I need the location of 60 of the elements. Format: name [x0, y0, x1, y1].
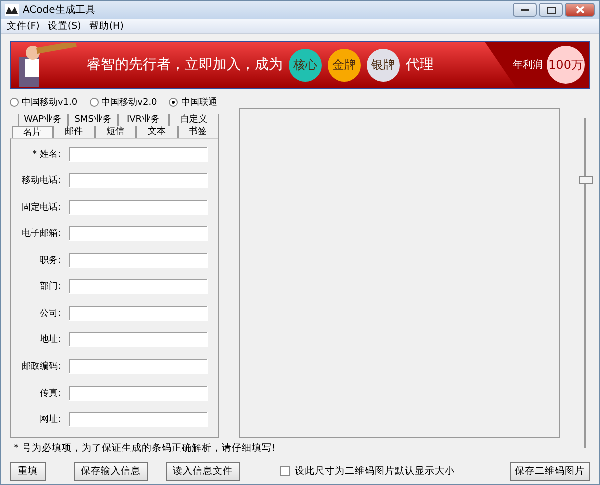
input-field[interactable]: [69, 306, 208, 321]
radio-label: 中国移动v2.0: [102, 96, 158, 108]
tab[interactable]: IVR业务: [118, 114, 169, 126]
required-note: * 号为必填项，为了保证生成的条码正确解析，请仔细填写!: [13, 442, 277, 456]
level-badge: 金牌: [328, 48, 361, 82]
radio-option[interactable]: 中国移动v2.0: [90, 96, 158, 108]
banner-text: 代理: [406, 56, 434, 74]
field-label: 地址:: [38, 334, 61, 346]
radio-button[interactable]: [10, 98, 19, 106]
field-label: 职务:: [38, 254, 61, 267]
radio-option[interactable]: 中国联通: [169, 96, 218, 108]
input-field[interactable]: [69, 359, 208, 374]
field-label: 电子邮箱:: [20, 228, 61, 240]
menu-item[interactable]: 帮助(H): [89, 20, 124, 32]
maximize-button[interactable]: [539, 3, 563, 17]
slider-thumb[interactable]: [579, 176, 594, 184]
profit-label: 年利润: [513, 58, 543, 72]
banner-slogan: 睿智的先行者，立即加入，成为: [87, 56, 283, 74]
maximize-icon: [546, 6, 556, 14]
tab[interactable]: SMS业务: [68, 114, 118, 126]
tab[interactable]: 自定义: [168, 114, 219, 126]
field-label: * 姓名:: [32, 148, 61, 161]
field-label: 邮政编码:: [20, 360, 61, 374]
action-button[interactable]: 保存输入信息: [74, 462, 148, 480]
level-badge: 银牌: [367, 48, 400, 82]
menu-item[interactable]: 设置(S): [48, 20, 82, 32]
field-label: 传真:: [38, 388, 61, 400]
level-badge: 核心: [289, 48, 322, 82]
field-label: 网址:: [38, 414, 61, 426]
input-field[interactable]: [69, 173, 208, 188]
radio-button[interactable]: [169, 98, 178, 106]
input-field[interactable]: [69, 412, 208, 428]
app-icon: [5, 4, 19, 16]
field-label: 移动电话:: [20, 174, 61, 188]
radio-button[interactable]: [90, 98, 99, 106]
action-button[interactable]: 读入信息文件: [166, 462, 240, 480]
action-button[interactable]: 重填: [10, 462, 46, 480]
field-label: 固定电话:: [20, 202, 61, 214]
input-field[interactable]: [69, 332, 208, 348]
minimize-button[interactable]: [513, 3, 537, 17]
field-label: 公司:: [38, 308, 61, 320]
profit-badge: 100万: [547, 46, 585, 84]
close-icon: [576, 6, 584, 14]
radio-label: 中国移动v1.0: [22, 96, 78, 108]
input-field[interactable]: [69, 226, 208, 242]
input-field[interactable]: [69, 279, 208, 294]
field-label: 部门:: [38, 280, 61, 294]
minimize-icon: [521, 8, 529, 12]
checkbox[interactable]: [280, 466, 290, 476]
window-title: ACode生成工具: [23, 4, 96, 17]
menu-item[interactable]: 文件(F): [7, 20, 40, 32]
close-button[interactable]: [565, 3, 595, 17]
radio-option[interactable]: 中国移动v1.0: [10, 96, 78, 108]
input-field[interactable]: [69, 146, 208, 162]
radio-label: 中国联通: [181, 96, 218, 108]
input-field[interactable]: [69, 200, 208, 215]
save-button[interactable]: 保存二维码图片: [510, 462, 590, 480]
input-field[interactable]: [69, 386, 208, 401]
tab[interactable]: 名片: [12, 126, 54, 138]
input-field[interactable]: [69, 252, 208, 268]
